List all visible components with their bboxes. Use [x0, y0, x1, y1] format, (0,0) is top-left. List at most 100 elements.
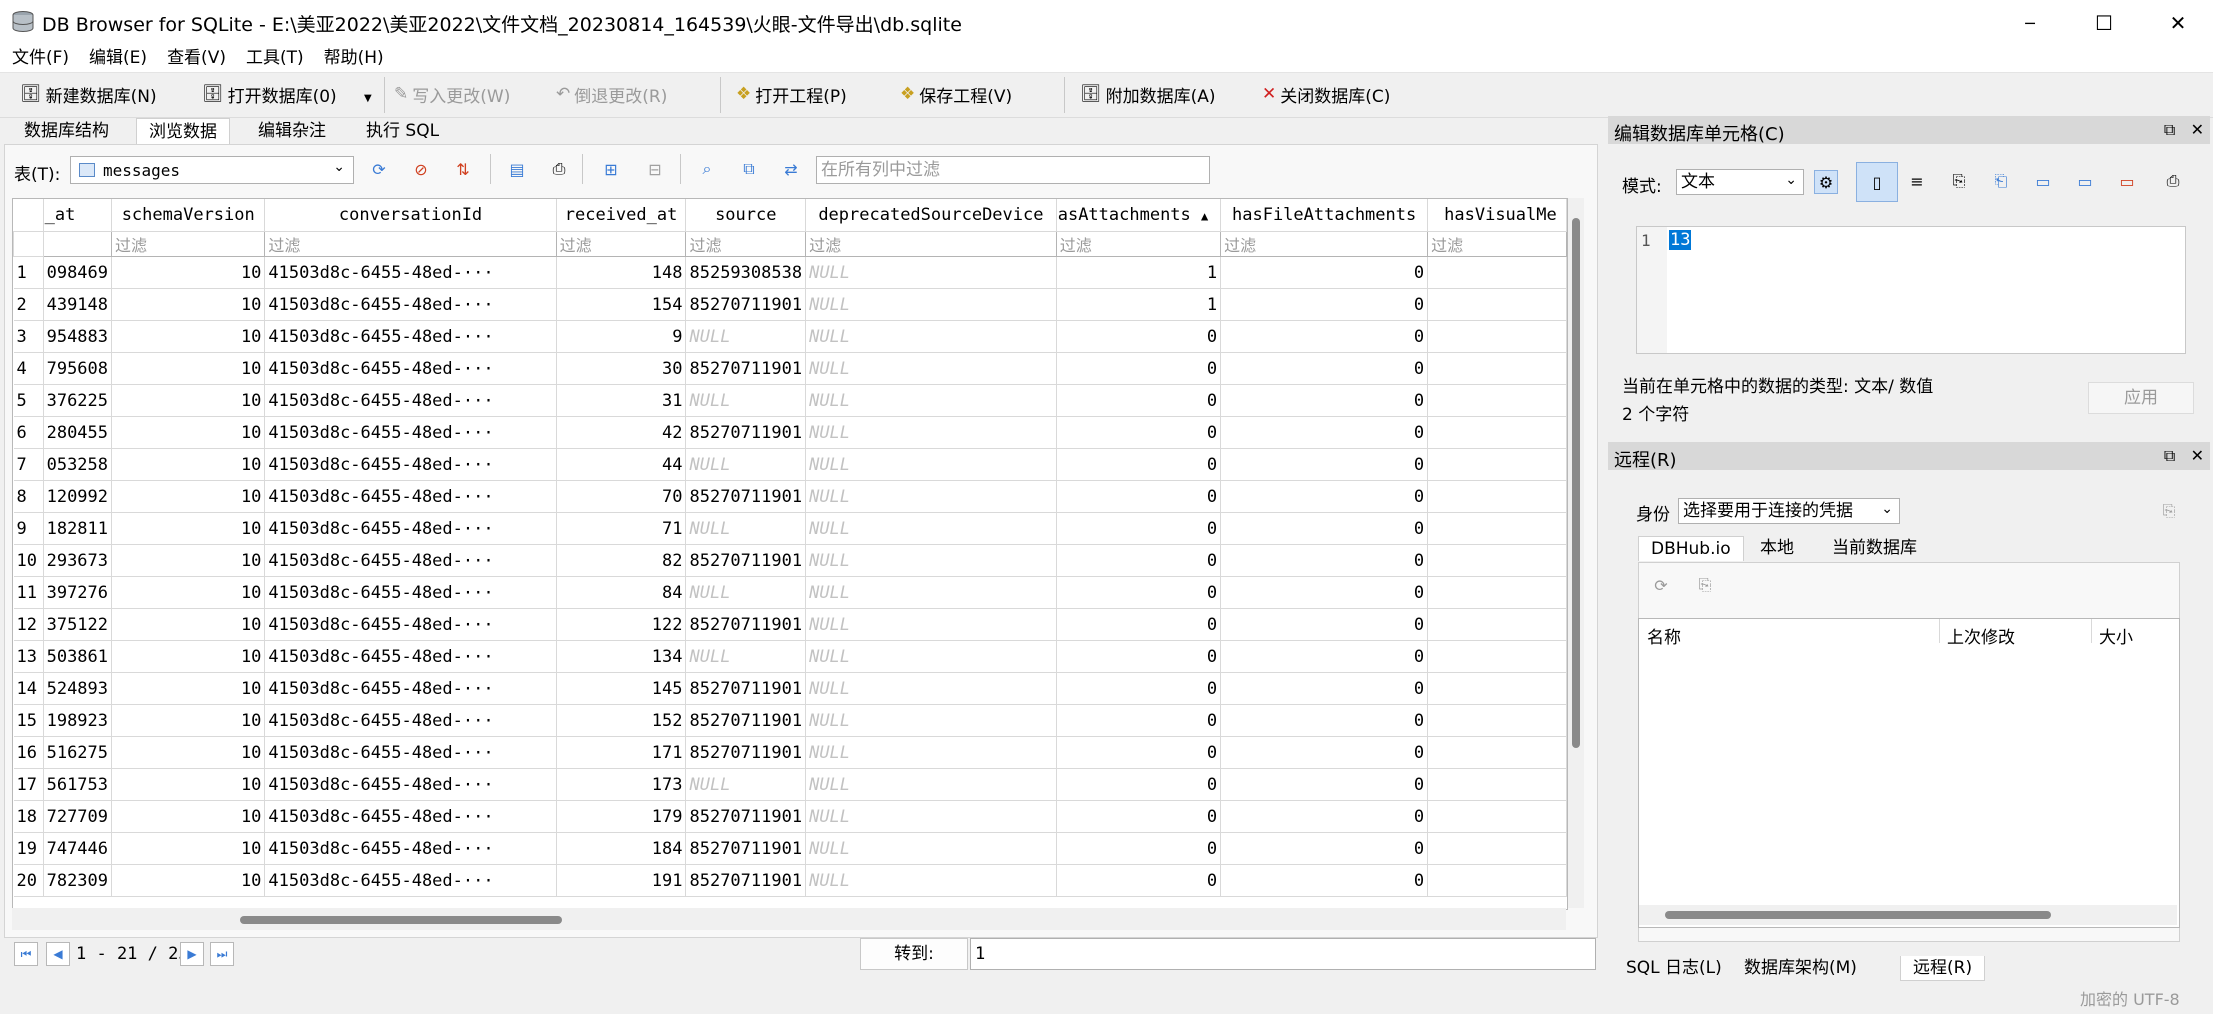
- table-cell[interactable]: NULL: [805, 448, 1057, 481]
- table-row[interactable]: 15 198923 10 41503d8c-6455-48ed-··· 152 85270…: [13, 704, 1567, 737]
- table-cell[interactable]: 0: [1220, 864, 1429, 897]
- table-cell[interactable]: 70: [556, 480, 687, 513]
- table-cell[interactable]: 10: [111, 672, 266, 705]
- table-cell[interactable]: 120992: [43, 480, 113, 513]
- table-cell[interactable]: 0: [1220, 736, 1429, 769]
- column-filter-input[interactable]: 过滤: [1220, 231, 1429, 257]
- table-cell[interactable]: 10: [111, 448, 266, 481]
- table-cell[interactable]: 0: [1056, 864, 1222, 897]
- table-cell[interactable]: [1427, 448, 1567, 481]
- tab-browse-data[interactable]: 浏览数据: [136, 118, 230, 145]
- column-header[interactable]: asAttachments ▲: [1056, 199, 1222, 232]
- table-cell[interactable]: 10: [111, 320, 266, 353]
- table-cell[interactable]: 0: [1056, 544, 1222, 577]
- table-cell[interactable]: 85270711901: [685, 288, 807, 321]
- table-cell[interactable]: 41503d8c-6455-48ed-···: [264, 416, 557, 449]
- table-cell[interactable]: 85270711901: [685, 800, 807, 833]
- table-cell[interactable]: [1427, 576, 1567, 609]
- table-cell[interactable]: 0: [1220, 704, 1429, 737]
- table-cell[interactable]: 0: [1056, 800, 1222, 833]
- table-cell[interactable]: 10: [111, 256, 266, 289]
- export-icon[interactable]: ⎗: [1990, 170, 2012, 192]
- column-header[interactable]: hasFileAttachments: [1220, 199, 1429, 232]
- clear-filters-icon[interactable]: ⊘: [410, 158, 432, 180]
- table-cell[interactable]: [1427, 288, 1567, 321]
- table-cell[interactable]: 41503d8c-6455-48ed-···: [264, 640, 557, 673]
- table-cell[interactable]: NULL: [805, 704, 1057, 737]
- table-cell[interactable]: [1427, 416, 1567, 449]
- table-cell[interactable]: NULL: [685, 320, 807, 353]
- table-cell[interactable]: 375122: [43, 608, 113, 641]
- data-grid[interactable]: _at schemaVersion conversationId receive…: [12, 198, 1568, 910]
- table-cell[interactable]: 0: [1220, 256, 1429, 289]
- table-cell[interactable]: 1: [1056, 288, 1222, 321]
- set-null-icon[interactable]: ▭: [2032, 170, 2054, 192]
- insert-record-icon[interactable]: ⊞: [600, 158, 622, 180]
- table-cell[interactable]: 954883: [43, 320, 113, 353]
- table-cell[interactable]: [1427, 352, 1567, 385]
- table-cell[interactable]: 0: [1220, 416, 1429, 449]
- table-cell[interactable]: 41503d8c-6455-48ed-···: [264, 768, 557, 801]
- table-row[interactable]: 6 280455 10 41503d8c-6455-48ed-··· 42 8527071…: [13, 416, 1567, 449]
- table-cell[interactable]: 41503d8c-6455-48ed-···: [264, 288, 557, 321]
- table-cell[interactable]: 1: [1056, 256, 1222, 289]
- table-cell[interactable]: 561753: [43, 768, 113, 801]
- identity-select[interactable]: 选择要用于连接的凭据 ⌄: [1678, 498, 1900, 524]
- table-cell[interactable]: 0: [1056, 704, 1222, 737]
- table-cell[interactable]: 0: [1056, 448, 1222, 481]
- table-row[interactable]: 13 503861 10 41503d8c-6455-48ed-··· 134 NULL N…: [13, 640, 1567, 673]
- find-icon[interactable]: ⌕: [696, 158, 718, 180]
- table-cell[interactable]: 41503d8c-6455-48ed-···: [264, 800, 557, 833]
- table-cell[interactable]: 41503d8c-6455-48ed-···: [264, 320, 557, 353]
- table-cell[interactable]: 0: [1220, 640, 1429, 673]
- table-row[interactable]: 5 376225 10 41503d8c-6455-48ed-··· 31 NULL NUL…: [13, 384, 1567, 417]
- table-cell[interactable]: 182811: [43, 512, 113, 545]
- last-page-icon[interactable]: ⏭: [210, 942, 234, 966]
- table-cell[interactable]: NULL: [805, 800, 1057, 833]
- table-cell[interactable]: 10: [111, 832, 266, 865]
- table-row[interactable]: 9 182811 10 41503d8c-6455-48ed-··· 71 NULL NUL…: [13, 512, 1567, 545]
- table-cell[interactable]: 0: [1220, 608, 1429, 641]
- table-cell[interactable]: 0: [1056, 352, 1222, 385]
- table-cell[interactable]: 9: [556, 320, 687, 353]
- table-cell[interactable]: 41503d8c-6455-48ed-···: [264, 736, 557, 769]
- table-cell[interactable]: NULL: [685, 640, 807, 673]
- column-header[interactable]: source: [685, 199, 807, 232]
- clone-icon[interactable]: ⎘: [1694, 574, 1716, 596]
- menu-tools[interactable]: 工具(T): [234, 46, 312, 72]
- table-cell[interactable]: 85270711901: [685, 416, 807, 449]
- next-page-icon[interactable]: ▶: [180, 942, 204, 966]
- table-cell[interactable]: 376225: [43, 384, 113, 417]
- table-cell[interactable]: 10: [111, 288, 266, 321]
- table-cell[interactable]: 747446: [43, 832, 113, 865]
- table-row[interactable]: 20 782309 10 41503d8c-6455-48ed-··· 191 85270…: [13, 864, 1567, 897]
- column-filter-input[interactable]: 过滤: [1427, 231, 1567, 257]
- tab-sql-log[interactable]: SQL 日志(L): [1614, 956, 1734, 980]
- table-cell[interactable]: NULL: [805, 832, 1057, 865]
- table-cell[interactable]: NULL: [805, 512, 1057, 545]
- table-cell[interactable]: 134: [556, 640, 687, 673]
- table-cell[interactable]: 41503d8c-6455-48ed-···: [264, 352, 557, 385]
- table-cell[interactable]: 0: [1220, 288, 1429, 321]
- remote-file-list[interactable]: 名称 上次修改 大小: [1638, 618, 2180, 928]
- goto-button[interactable]: 转到:: [860, 938, 968, 970]
- table-cell[interactable]: 85270711901: [685, 736, 807, 769]
- table-cell[interactable]: 10: [111, 544, 266, 577]
- table-cell[interactable]: NULL: [805, 864, 1057, 897]
- float-pane-icon[interactable]: ⧉: [2164, 120, 2175, 139]
- table-cell[interactable]: NULL: [805, 768, 1057, 801]
- tab-db-schema[interactable]: 数据库架构(M): [1732, 956, 1869, 980]
- table-cell[interactable]: 782309: [43, 864, 113, 897]
- table-cell[interactable]: NULL: [805, 256, 1057, 289]
- table-cell[interactable]: 148: [556, 256, 687, 289]
- table-cell[interactable]: 0: [1056, 320, 1222, 353]
- table-cell[interactable]: [1427, 256, 1567, 289]
- column-header[interactable]: 大小: [2099, 623, 2133, 648]
- table-cell[interactable]: NULL: [685, 512, 807, 545]
- first-page-icon[interactable]: ⏮: [14, 942, 38, 966]
- table-cell[interactable]: 41503d8c-6455-48ed-···: [264, 608, 557, 641]
- table-cell[interactable]: 0: [1056, 608, 1222, 641]
- write-changes-button[interactable]: ✎ 写入更改(W): [394, 79, 510, 109]
- table-cell[interactable]: 85270711901: [685, 704, 807, 737]
- menu-view[interactable]: 查看(V): [155, 46, 234, 72]
